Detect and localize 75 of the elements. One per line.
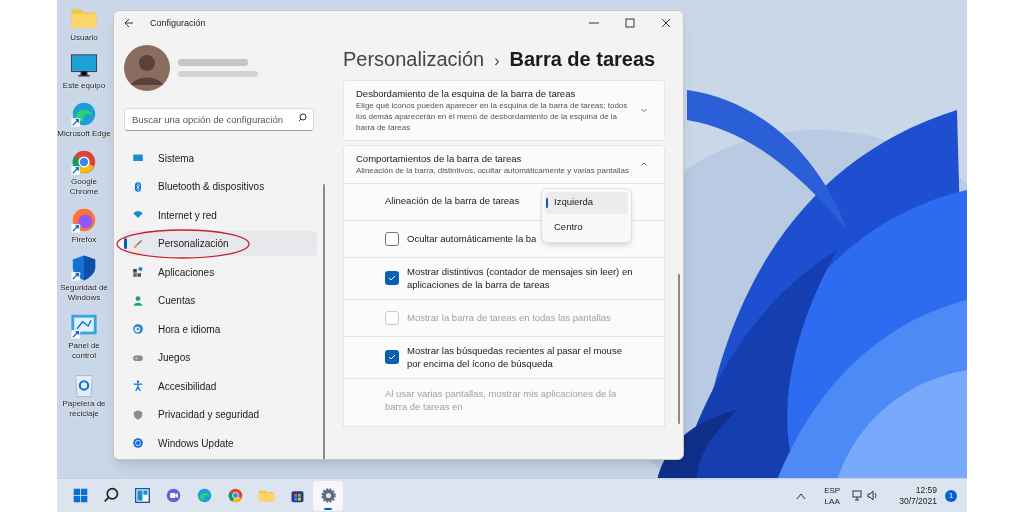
- update-icon: [132, 437, 144, 449]
- checkmark-icon: [388, 274, 396, 282]
- edge-icon: [195, 487, 213, 504]
- nav-item[interactable]: Privacidad y seguridad: [124, 402, 317, 427]
- checkmark-icon: [388, 353, 396, 361]
- close-icon[interactable]: [661, 18, 671, 29]
- section-description: Elige qué iconos pueden aparecer en la esquina de la barra de tareas; todos los demás aparecerán en el menú de desbordamiento de la esquina de la barra de tareas: [356, 99, 629, 133]
- selection-indicator: [124, 238, 127, 249]
- checkbox[interactable]: [385, 271, 399, 285]
- section-title: Comportamientos de la barra de tareas: [356, 152, 523, 165]
- firefox-icon[interactable]: [70, 206, 98, 234]
- bluetooth-icon: [132, 180, 144, 193]
- dropdown-option[interactable]: Centro: [545, 216, 628, 239]
- search-icon: [298, 112, 307, 122]
- nav-item[interactable]: Accesibilidad: [124, 373, 317, 399]
- dropdown-option[interactable]: Izquierda: [545, 191, 628, 214]
- clock[interactable]: 12:59 30/7/2021: [899, 484, 937, 507]
- avatar: [124, 44, 170, 91]
- setting-label: Al usar varias pantallas, mostrar mis aplicaciones de la barra de tareas en: [385, 386, 618, 413]
- widgets-icon: [133, 487, 151, 504]
- language-indicator[interactable]: ESP LAA: [820, 484, 845, 507]
- accessibility-icon: [132, 380, 144, 392]
- desktop-icon-label[interactable]: Seguridad de Windows: [57, 283, 111, 303]
- apps-icon: [132, 266, 144, 278]
- back-icon[interactable]: [124, 18, 134, 29]
- checkbox-label: Mostrar la barra de tareas en todas las pantallas: [407, 311, 612, 324]
- breadcrumb-separator: ›: [494, 50, 500, 71]
- desktop-icon-label[interactable]: Microsoft Edge: [57, 129, 111, 139]
- speaker-icon[interactable]: [867, 490, 880, 501]
- setting-label: Alineación de la barra de tareas: [385, 194, 520, 209]
- shield-icon[interactable]: [70, 254, 98, 282]
- chrome-icon[interactable]: [70, 148, 98, 176]
- search-field[interactable]: Buscar una opción de configuración: [124, 107, 314, 131]
- search-icon: [102, 487, 120, 504]
- nav-item[interactable]: Aplicaciones: [124, 259, 317, 285]
- chrome-icon: [226, 487, 244, 504]
- clock-icon: [132, 323, 144, 335]
- checkbox-label: Mostrar distintivos (contador de mensajes sin leer) en aplicaciones de la barra de tareas: [407, 265, 634, 291]
- edge-icon[interactable]: [70, 100, 98, 128]
- brush-icon: [132, 237, 144, 250]
- desktop-icon-label[interactable]: Panel de control: [57, 341, 111, 361]
- nav-item[interactable]: Windows Update: [124, 430, 317, 456]
- page-title: Barra de tareas: [509, 46, 656, 72]
- checkbox-label: Ocultar automáticamente la ba: [407, 232, 538, 245]
- monitor-icon[interactable]: [70, 52, 98, 80]
- folder-icon: [257, 487, 275, 504]
- breadcrumb-parent[interactable]: Personalización: [343, 43, 485, 74]
- windows-logo-icon: [71, 487, 89, 504]
- nav-item[interactable]: Hora e idioma: [124, 316, 317, 342]
- nav-item[interactable]: Juegos: [124, 345, 317, 370]
- checkbox[interactable]: [385, 231, 399, 246]
- gear-icon: [319, 487, 337, 504]
- maximize-icon[interactable]: [625, 18, 635, 29]
- nav-item[interactable]: Bluetooth & dispositivos: [124, 174, 317, 199]
- section-header[interactable]: Comportamientos de la barra de tareas Alineación de la barra, distintivos, ocultar automáticamente y varias pantallas: [343, 144, 665, 184]
- desktop-icon-label[interactable]: Usuario: [70, 33, 98, 43]
- section-header[interactable]: [343, 79, 665, 141]
- desktop-icon-label[interactable]: Google Chrome: [57, 177, 111, 197]
- desktop-icon-label[interactable]: Este equipo: [62, 81, 106, 91]
- desktop-icon-label[interactable]: Firefox: [71, 235, 97, 245]
- desktop-icon-label[interactable]: Papelera de reciclaje: [57, 399, 111, 419]
- shield-icon: [132, 408, 144, 421]
- monitor-icon: [132, 152, 144, 164]
- chat-icon: [164, 487, 182, 504]
- nav-item[interactable]: Sistema: [124, 145, 317, 171]
- section-description: Alineación de la barra, distintivos, ocultar automáticamente y varias pantallas: [356, 164, 631, 176]
- nav-item[interactable]: Internet y red: [124, 202, 317, 228]
- person-icon: [132, 294, 144, 307]
- checkbox[interactable]: [385, 350, 399, 364]
- network-icon[interactable]: [852, 490, 865, 501]
- window-title: Configuración: [150, 16, 206, 30]
- checkbox-label: Mostrar las búsquedas recientes al pasar el mouse por encima del ícono de búsqueda: [407, 344, 623, 370]
- section-title: Desbordamiento de la esquina de la barra de tareas: [356, 87, 577, 100]
- chevron-up-icon[interactable]: [796, 491, 807, 500]
- nav-item[interactable]: Cuentas: [124, 288, 317, 313]
